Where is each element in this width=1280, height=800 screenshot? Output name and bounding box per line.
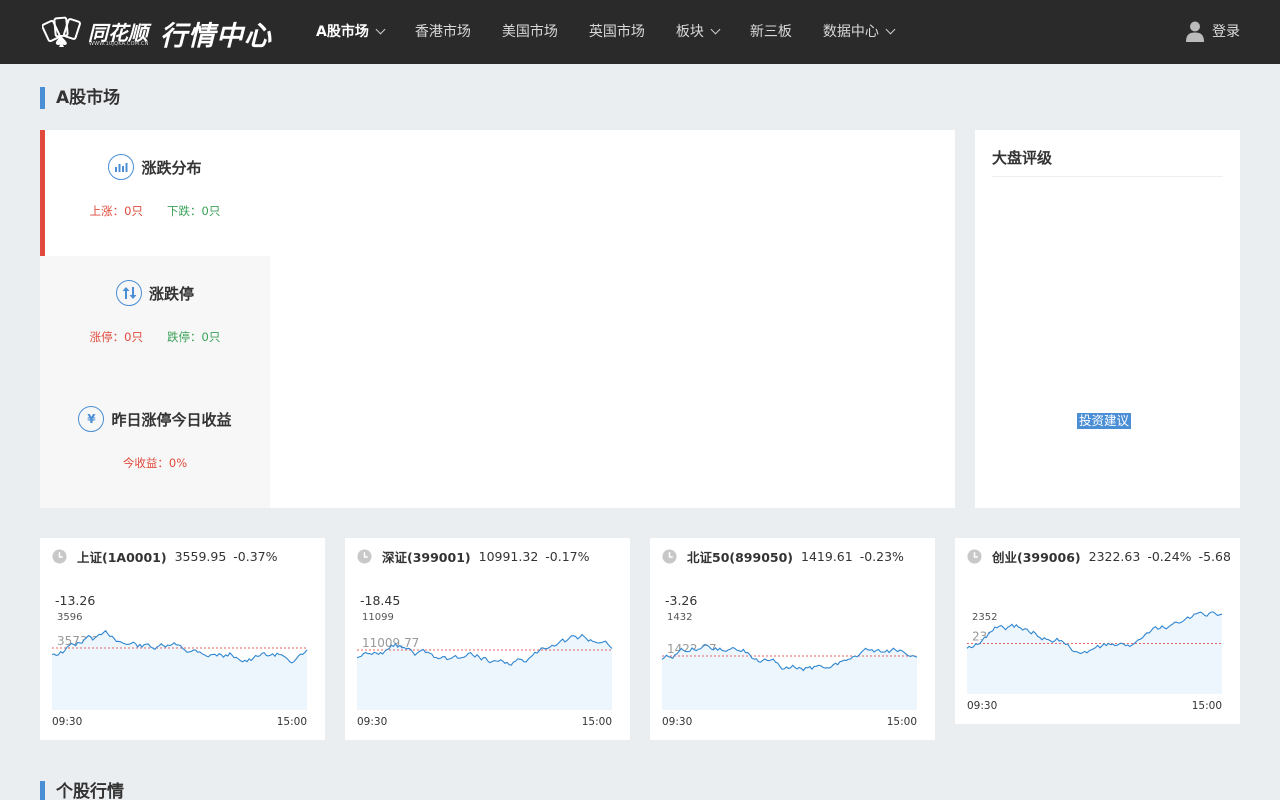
yen-icon: ¥ — [78, 406, 105, 432]
clock-icon — [662, 549, 677, 564]
axis-high: 3596 — [57, 612, 82, 623]
point-change: -13.26 — [55, 593, 95, 608]
tab-title: 涨跌分布 — [141, 158, 202, 177]
time-start: 09:30 — [967, 700, 997, 712]
clock-icon — [52, 549, 67, 564]
index-card-beijing-50[interactable]: 北证50(899050) 1419.61 -0.23% -3.261432142… — [650, 538, 935, 740]
fall-count: 下跌：0只 — [167, 204, 221, 218]
index-price: 2322.63 — [1088, 549, 1141, 564]
time-start: 09:30 — [52, 716, 82, 728]
price-area — [52, 630, 307, 710]
time-end: 15:00 — [277, 716, 307, 728]
index-pct-change: -0.24% — [1147, 549, 1192, 564]
intraday-chart: -13.2635963573.21355009:3015:00 — [51, 593, 308, 728]
user-icon — [1186, 21, 1204, 42]
limit-up-count: 涨停：0只 — [89, 330, 143, 344]
limit-down-count: 跌停：0只 — [167, 330, 221, 344]
logo[interactable]: 同花顺 WWW.10JQKA.COM.CN 行情中心 — [42, 12, 292, 52]
tab-title: 涨跌停 — [148, 284, 194, 303]
top-nav-bar: 同花顺 WWW.10JQKA.COM.CN 行情中心 A股市场 香港市场 美国市… — [0, 0, 1280, 64]
axis-high: 1432 — [667, 612, 692, 623]
index-card-chinext[interactable]: 创业(399006) 2322.63 -0.24% -5.68 23522328… — [955, 538, 1240, 724]
chevron-down-icon — [885, 24, 896, 35]
index-pct-change: -0.37% — [233, 549, 278, 564]
today-return: 今收益：0% — [122, 456, 188, 470]
time-start: 09:30 — [662, 716, 692, 728]
index-name: 上证(1A0001) — [77, 550, 167, 565]
section-title-stocks: 个股行情 — [40, 781, 124, 800]
main-nav: A股市场 香港市场 美国市场 英国市场 板块 新三板 数据中心 — [316, 0, 925, 64]
time-end: 15:00 — [887, 716, 917, 728]
investment-advice-button[interactable]: 投资建议 — [1077, 413, 1132, 429]
intraday-chart: -3.2614321422.87141409:3015:00 — [661, 593, 918, 728]
index-price: 3559.95 — [174, 549, 227, 564]
time-end: 15:00 — [582, 716, 612, 728]
market-rating-panel: 大盘评级 投资建议 — [975, 130, 1240, 508]
tab-yesterday-limit-up-return[interactable]: ¥ 昨日涨停今日收益 今收益：0% — [40, 382, 270, 508]
index-name: 深证(399001) — [382, 550, 471, 565]
intraday-chart: 23522328.31230509:3015:00 — [966, 611, 1223, 712]
index-point-change: -5.68 — [1198, 549, 1231, 564]
axis-high: 2352 — [972, 612, 997, 623]
bar-chart-icon — [108, 154, 135, 180]
logo-title: 行情中心 — [160, 21, 272, 52]
login-label: 登录 — [1212, 24, 1240, 40]
index-card-shanghai[interactable]: 上证(1A0001) 3559.95 -0.37% -13.26 3596 3573… — [40, 538, 325, 740]
point-change: -3.26 — [665, 593, 697, 608]
index-name: 创业(399006) — [992, 550, 1081, 565]
nav-item-us-market[interactable]: 美国市场 — [502, 0, 558, 64]
nav-item-uk-market[interactable]: 英国市场 — [589, 0, 645, 64]
section-title-a-shares: A股市场 — [40, 87, 120, 109]
intraday-chart: -18.451109911009.771092109:3015:00 — [356, 593, 613, 728]
index-name: 北证50(899050) — [687, 550, 794, 565]
market-overview-panel: 涨跌分布 上涨：0只 下跌：0只 涨跌停 涨停：0只 跌停：0只 ¥ 昨日涨停今… — [40, 130, 955, 508]
time-end: 15:00 — [1192, 700, 1222, 712]
clock-icon — [357, 549, 372, 564]
tab-limit-up-down[interactable]: 涨跌停 涨停：0只 跌停：0只 — [40, 256, 270, 382]
axis-high: 11099 — [362, 612, 394, 623]
clock-icon — [967, 549, 982, 564]
time-start: 09:30 — [357, 716, 387, 728]
tab-rise-fall-distribution[interactable]: 涨跌分布 上涨：0只 下跌：0只 — [40, 130, 270, 256]
nav-item-a-shares[interactable]: A股市场 — [316, 0, 386, 64]
index-price: 10991.32 — [478, 549, 539, 564]
price-area — [357, 634, 612, 710]
logo-url-text: WWW.10JQKA.COM.CN — [89, 41, 149, 47]
point-change: -18.45 — [360, 593, 400, 608]
tab-title: 昨日涨停今日收益 — [111, 410, 232, 429]
nav-item-neeq[interactable]: 新三板 — [750, 0, 792, 64]
rating-title: 大盘评级 — [992, 147, 1223, 177]
price-area — [662, 645, 917, 710]
index-price: 1419.61 — [801, 549, 853, 564]
chevron-down-icon — [710, 24, 721, 35]
price-area — [967, 612, 1222, 694]
login-button[interactable]: 登录 — [1185, 20, 1240, 42]
overview-tab-list: 涨跌分布 上涨：0只 下跌：0只 涨跌停 涨停：0只 跌停：0只 ¥ 昨日涨停今… — [40, 130, 270, 508]
index-pct-change: -0.17% — [545, 549, 590, 564]
rise-count: 上涨：0只 — [89, 204, 143, 218]
up-down-arrows-icon — [115, 280, 142, 306]
index-pct-change: -0.23% — [859, 549, 904, 564]
nav-item-sectors[interactable]: 板块 — [676, 0, 721, 64]
nav-item-data-center[interactable]: 数据中心 — [823, 0, 896, 64]
cards-logo-icon — [42, 16, 81, 47]
nav-item-hk-market[interactable]: 香港市场 — [415, 0, 471, 64]
index-card-shenzhen[interactable]: 深证(399001) 10991.32 -0.17% -18.45 11099 11… — [345, 538, 630, 740]
chevron-down-icon — [375, 24, 386, 35]
